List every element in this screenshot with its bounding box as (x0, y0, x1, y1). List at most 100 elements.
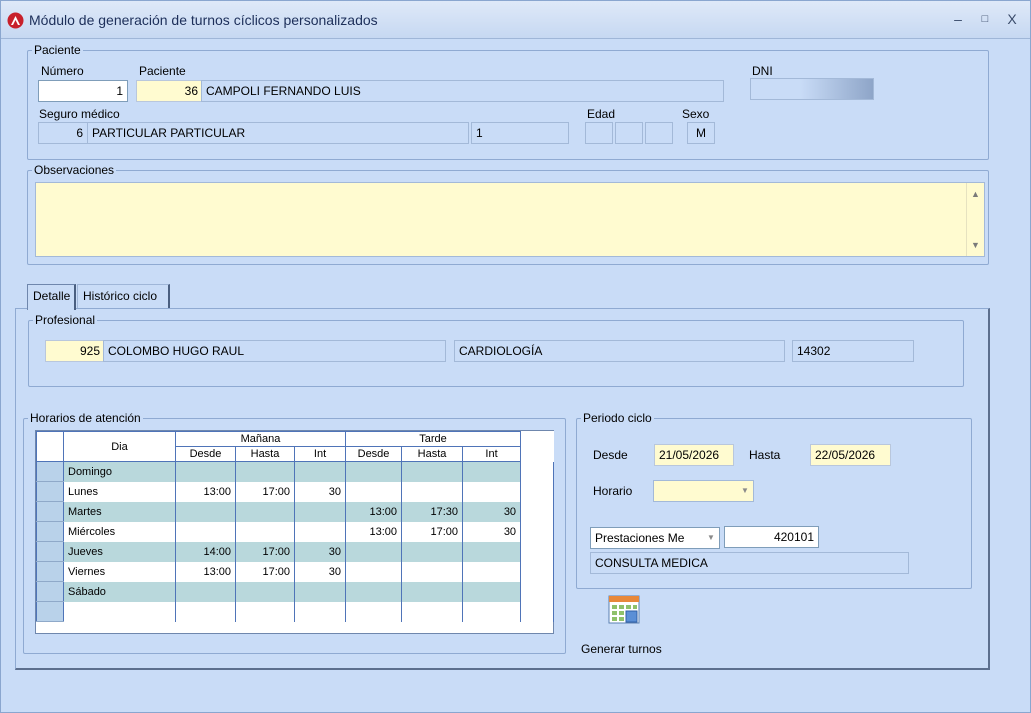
prestacion-code-field[interactable]: 420101 (724, 526, 819, 548)
cell-manana-hasta[interactable]: 17:00 (235, 561, 295, 582)
col-header-tarde-hasta[interactable]: Hasta (401, 446, 464, 462)
cell-dia[interactable]: Sábado (63, 581, 176, 602)
col-header-tarde-int[interactable]: Int (462, 446, 522, 462)
cell-tarde-int[interactable] (462, 601, 522, 622)
cell-manana-int[interactable] (293, 501, 347, 522)
table-row[interactable]: Domingo (36, 461, 555, 482)
col-header-manana-hasta[interactable]: Hasta (235, 446, 295, 462)
title-bar[interactable]: Módulo de generación de turnos cíclicos … (1, 1, 1030, 39)
tab-historico-ciclo[interactable]: Histórico ciclo (77, 284, 170, 308)
cell-tarde-int[interactable] (462, 461, 522, 482)
table-row[interactable]: Martes 13:00 17:30 30 (36, 501, 555, 522)
cell-tarde-desde[interactable]: 13:00 (345, 521, 403, 542)
profesional-id-field[interactable]: 925 (45, 340, 105, 362)
observaciones-scrollbar[interactable]: ▲ ▼ (966, 183, 984, 256)
cell-manana-int[interactable] (293, 461, 347, 482)
cell-manana-hasta[interactable] (235, 501, 295, 522)
table-row[interactable]: Miércoles 13:00 17:00 30 (36, 521, 555, 542)
minimize-button[interactable]: – (949, 10, 967, 28)
scroll-down-icon[interactable]: ▼ (971, 240, 980, 250)
calendar-generate-icon[interactable] (605, 593, 643, 627)
cell-manana-desde[interactable] (175, 581, 236, 602)
row-selector[interactable] (36, 581, 64, 602)
cell-dia[interactable]: Martes (63, 501, 176, 522)
hasta-date-field[interactable]: 22/05/2026 (810, 444, 891, 466)
row-selector[interactable] (36, 541, 64, 562)
cell-manana-hasta[interactable] (235, 521, 295, 542)
cell-tarde-hasta[interactable] (401, 461, 464, 482)
cell-tarde-int[interactable] (462, 541, 522, 562)
cell-tarde-hasta[interactable] (401, 481, 464, 502)
chevron-down-icon[interactable]: ▼ (703, 528, 719, 548)
cell-manana-int[interactable]: 30 (293, 481, 347, 502)
prestaciones-select[interactable]: Prestaciones Me ▼ (590, 527, 720, 549)
cell-tarde-desde[interactable] (345, 601, 403, 622)
cell-manana-desde[interactable]: 13:00 (175, 561, 236, 582)
table-row[interactable]: Lunes 13:00 17:00 30 (36, 481, 555, 502)
cell-tarde-desde[interactable] (345, 541, 403, 562)
cell-tarde-hasta[interactable] (401, 561, 464, 582)
cell-manana-desde[interactable]: 14:00 (175, 541, 236, 562)
cell-manana-int[interactable]: 30 (293, 541, 347, 562)
cell-manana-desde[interactable] (175, 521, 236, 542)
cell-manana-desde[interactable] (175, 461, 236, 482)
cell-dia[interactable]: Domingo (63, 461, 176, 482)
cell-tarde-int[interactable]: 30 (462, 521, 522, 542)
cell-manana-desde[interactable] (175, 501, 236, 522)
col-header-tarde-desde[interactable]: Desde (345, 446, 403, 462)
paciente-id-field[interactable]: 36 (136, 80, 203, 102)
cell-dia[interactable]: Jueves (63, 541, 176, 562)
cell-tarde-int[interactable] (462, 481, 522, 502)
table-row[interactable]: Jueves 14:00 17:00 30 (36, 541, 555, 562)
cell-dia[interactable]: Lunes (63, 481, 176, 502)
cell-manana-int[interactable] (293, 581, 347, 602)
cell-tarde-desde[interactable]: 13:00 (345, 501, 403, 522)
desde-date-field[interactable]: 21/05/2026 (654, 444, 734, 466)
col-header-manana-int[interactable]: Int (293, 446, 347, 462)
cell-tarde-int[interactable] (462, 561, 522, 582)
cell-manana-int[interactable] (293, 601, 347, 622)
table-row[interactable]: Viernes 13:00 17:00 30 (36, 561, 555, 582)
observaciones-textarea[interactable]: ▲ ▼ (35, 182, 985, 257)
tab-detalle[interactable]: Detalle (27, 284, 76, 310)
cell-tarde-desde[interactable] (345, 561, 403, 582)
chevron-down-icon[interactable]: ▼ (737, 481, 753, 501)
cell-tarde-hasta[interactable] (401, 581, 464, 602)
row-selector[interactable] (36, 501, 64, 522)
cell-manana-hasta[interactable]: 17:00 (235, 481, 295, 502)
cell-dia[interactable]: Viernes (63, 561, 176, 582)
cell-manana-hasta[interactable] (235, 581, 295, 602)
cell-tarde-desde[interactable] (345, 581, 403, 602)
cell-tarde-hasta[interactable]: 17:00 (401, 521, 464, 542)
cell-manana-int[interactable]: 30 (293, 561, 347, 582)
cell-manana-desde[interactable] (175, 601, 236, 622)
cell-tarde-desde[interactable] (345, 461, 403, 482)
cell-tarde-hasta[interactable] (401, 601, 464, 622)
cell-manana-int[interactable] (293, 521, 347, 542)
cell-tarde-hasta[interactable]: 17:30 (401, 501, 464, 522)
row-selector[interactable] (36, 601, 64, 622)
cell-dia[interactable]: Miércoles (63, 521, 176, 542)
col-header-manana-desde[interactable]: Desde (175, 446, 236, 462)
horario-select[interactable]: ▼ (653, 480, 754, 502)
maximize-button[interactable]: □ (976, 10, 994, 28)
scroll-up-icon[interactable]: ▲ (971, 189, 980, 199)
table-row-new[interactable] (36, 601, 555, 622)
cell-tarde-hasta[interactable] (401, 541, 464, 562)
close-button[interactable]: X (1003, 10, 1021, 28)
cell-manana-desde[interactable]: 13:00 (175, 481, 236, 502)
row-selector[interactable] (36, 521, 64, 542)
cell-manana-hasta[interactable] (235, 461, 295, 482)
cell-manana-hasta[interactable]: 17:00 (235, 541, 295, 562)
col-header-dia[interactable]: Dia (63, 431, 176, 462)
generar-turnos-label[interactable]: Generar turnos (581, 642, 662, 656)
cell-manana-hasta[interactable] (235, 601, 295, 622)
table-row[interactable]: Sábado (36, 581, 555, 602)
row-selector[interactable] (36, 461, 64, 482)
row-selector[interactable] (36, 481, 64, 502)
cell-tarde-int[interactable]: 30 (462, 501, 522, 522)
row-selector[interactable] (36, 561, 64, 582)
cell-tarde-desde[interactable] (345, 481, 403, 502)
numero-field[interactable]: 1 (38, 80, 128, 102)
cell-tarde-int[interactable] (462, 581, 522, 602)
